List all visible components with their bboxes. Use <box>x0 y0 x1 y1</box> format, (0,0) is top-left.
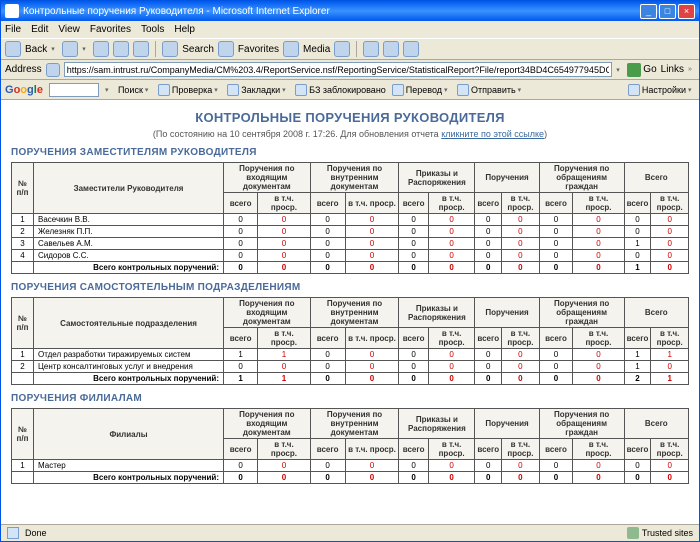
zone-indicator[interactable]: Trusted sites <box>627 527 693 539</box>
page-icon <box>46 63 60 77</box>
content-area: КОНТРОЛЬНЫЕ ПОРУЧЕНИЯ РУКОВОДИТЕЛЯ (По с… <box>1 100 699 524</box>
google-zakladki[interactable]: Закладки▾ <box>227 84 289 96</box>
block-icon <box>295 84 307 96</box>
table-row: 1Отдел разработки тиражируемых систем110… <box>12 349 689 361</box>
done-icon <box>7 527 19 539</box>
table-row: 1Васечкин В.В.000000000000 <box>12 214 689 226</box>
stop-icon[interactable] <box>93 41 109 57</box>
home-icon[interactable] <box>133 41 149 57</box>
menu-favorites[interactable]: Favorites <box>90 24 131 35</box>
search-label[interactable]: Search <box>182 44 214 55</box>
address-label: Address <box>5 64 42 75</box>
links-dropdown-icon[interactable]: » <box>688 66 695 73</box>
favorites-icon[interactable] <box>218 41 234 57</box>
menu-view[interactable]: View <box>58 24 80 35</box>
minimize-button[interactable]: _ <box>640 4 657 19</box>
gear-icon <box>628 84 640 96</box>
maximize-button[interactable]: □ <box>659 4 676 19</box>
refresh-link[interactable]: кликните по этой ссылке <box>441 129 544 139</box>
address-dropdown-icon[interactable]: ▾ <box>616 66 623 74</box>
google-search-input[interactable] <box>49 83 99 97</box>
separator-icon <box>356 41 357 57</box>
google-block[interactable]: БЗ заблокировано <box>295 84 386 96</box>
refresh-icon[interactable] <box>113 41 129 57</box>
google-otpravit[interactable]: Отправить▾ <box>457 84 525 96</box>
translate-icon <box>392 84 404 96</box>
toolbar: Back ▾ ▾ Search Favorites Media <box>1 38 699 60</box>
back-label[interactable]: Back <box>25 44 47 55</box>
shield-icon <box>627 527 639 539</box>
address-input[interactable] <box>64 62 613 77</box>
app-window: Контрольные поручения Руководителя - Mic… <box>0 0 700 542</box>
back-icon[interactable] <box>5 41 21 57</box>
zone-label: Trusted sites <box>642 528 693 538</box>
menu-tools[interactable]: Tools <box>141 24 164 35</box>
bookmark-icon <box>227 84 239 96</box>
section3-title: ПОРУЧЕНИЯ ФИЛИАЛАМ <box>11 393 689 404</box>
address-bar: Address ▾ Go Links » <box>1 60 699 80</box>
menubar: File Edit View Favorites Tools Help <box>1 21 699 38</box>
ie-icon <box>5 4 19 18</box>
window-buttons: _ □ × <box>640 4 695 19</box>
google-poisk[interactable]: Поиск▾ <box>118 85 152 95</box>
history-icon[interactable] <box>334 41 350 57</box>
go-label: Go <box>643 64 656 75</box>
forward-icon[interactable] <box>62 41 78 57</box>
go-button[interactable]: Go <box>627 63 656 77</box>
google-logo[interactable]: Google <box>5 84 43 96</box>
table-row: 4Сидоров С.С.000000000000 <box>12 250 689 262</box>
edit-icon[interactable] <box>403 41 419 57</box>
check-icon <box>158 84 170 96</box>
table-branches: № п/пФилиалыПоручения по входящим докуме… <box>11 408 689 484</box>
media-icon[interactable] <box>283 41 299 57</box>
status-done: Done <box>25 528 47 538</box>
table-total-row: Всего контрольных поручений:000000000000 <box>12 472 689 484</box>
back-dropdown-icon[interactable]: ▾ <box>51 45 58 53</box>
links-label[interactable]: Links <box>661 64 684 75</box>
menu-help[interactable]: Help <box>174 24 195 35</box>
print-icon[interactable] <box>383 41 399 57</box>
google-nastroiki[interactable]: Настройки▾ <box>628 84 695 96</box>
go-icon <box>627 63 641 77</box>
table-row: 2Железняк П.П.000000000000 <box>12 226 689 238</box>
google-dropdown-icon[interactable]: ▾ <box>105 86 112 94</box>
favorites-label[interactable]: Favorites <box>238 44 279 55</box>
table-departments: № п/пСамостоятельные подразделенияПоруче… <box>11 297 689 385</box>
forward-dropdown-icon[interactable]: ▾ <box>82 45 89 53</box>
search-icon[interactable] <box>162 41 178 57</box>
table-total-row: Всего контрольных поручений:000000000010 <box>12 262 689 274</box>
report-subtitle: (По состоянию на 10 сентября 2008 г. 17:… <box>11 129 689 139</box>
menu-edit[interactable]: Edit <box>31 24 48 35</box>
section2-title: ПОРУЧЕНИЯ САМОСТОЯТЕЛЬНЫМ ПОДРАЗДЕЛЕНИЯМ <box>11 282 689 293</box>
menu-file[interactable]: File <box>5 24 21 35</box>
table-row: 1Мастер000000000000 <box>12 460 689 472</box>
table-row: 2Центр консалтинговых услуг и внедрения0… <box>12 361 689 373</box>
statusbar: Done Trusted sites <box>1 524 699 541</box>
report-title: КОНТРОЛЬНЫЕ ПОРУЧЕНИЯ РУКОВОДИТЕЛЯ <box>11 110 689 125</box>
send-icon <box>457 84 469 96</box>
titlebar: Контрольные поручения Руководителя - Mic… <box>1 1 699 21</box>
mail-icon[interactable] <box>363 41 379 57</box>
table-row: 3Савельев А.М.000000000010 <box>12 238 689 250</box>
window-title: Контрольные поручения Руководителя - Mic… <box>23 6 640 17</box>
table-total-row: Всего контрольных поручений:110000000021 <box>12 373 689 385</box>
close-button[interactable]: × <box>678 4 695 19</box>
section1-title: ПОРУЧЕНИЯ ЗАМЕСТИТЕЛЯМ РУКОВОДИТЕЛЯ <box>11 147 689 158</box>
separator-icon <box>155 41 156 57</box>
google-toolbar: Google ▾ Поиск▾ Проверка▾ Закладки▾ БЗ з… <box>1 80 699 100</box>
google-proverka[interactable]: Проверка▾ <box>158 84 221 96</box>
table-deputies: № п/пЗаместители РуководителяПоручения п… <box>11 162 689 274</box>
google-perevod[interactable]: Перевод▾ <box>392 84 451 96</box>
media-label[interactable]: Media <box>303 44 330 55</box>
